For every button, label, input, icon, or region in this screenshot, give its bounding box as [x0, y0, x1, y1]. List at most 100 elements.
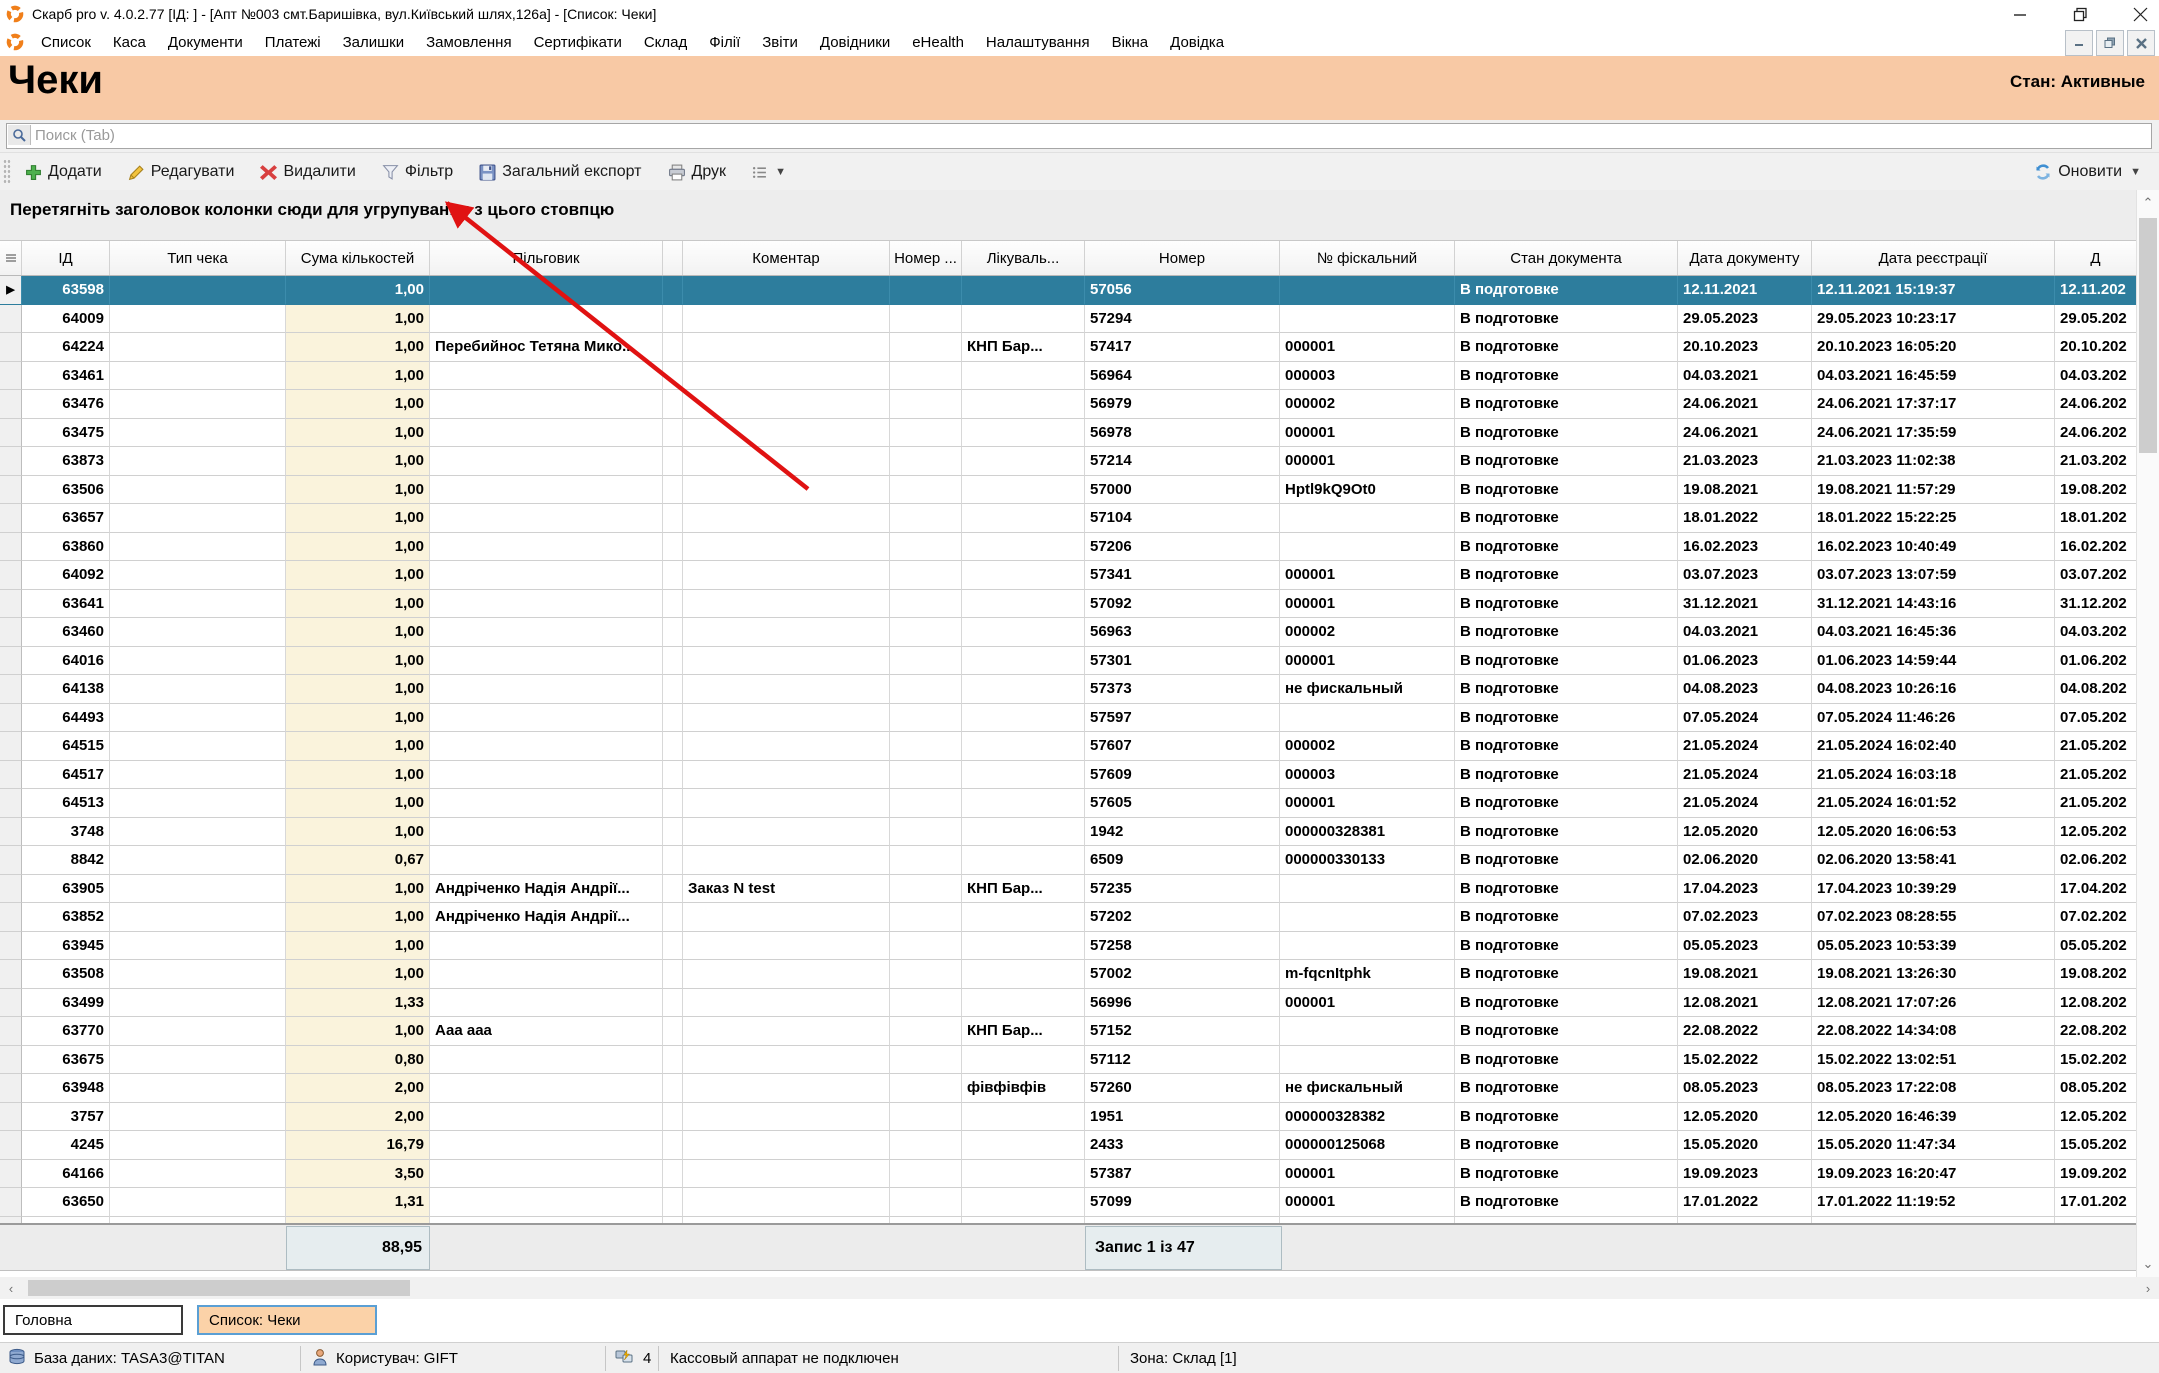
menu-item-сертифікати[interactable]: Сертифікати: [523, 31, 633, 54]
mdi-close-icon[interactable]: [2127, 30, 2155, 56]
menu-item-філії[interactable]: Філії: [698, 31, 751, 54]
horizontal-scrollbar[interactable]: ‹ ›: [0, 1277, 2159, 1299]
menu-item-склад[interactable]: Склад: [633, 31, 698, 54]
table-row[interactable]: 638521,00Андріченко Надія Андрії...57202…: [0, 903, 2137, 932]
toolbar-drag-handle[interactable]: [3, 159, 11, 185]
vertical-scrollbar[interactable]: ⌃ ⌄: [2136, 190, 2159, 1277]
column-header-pilg[interactable]: Пільговик: [430, 241, 663, 275]
column-header-koment[interactable]: Коментар: [683, 241, 890, 275]
table-row[interactable]: 638731,0057214000001В подготовке21.03.20…: [0, 447, 2137, 476]
table-row[interactable]: ▶635981,0057056В подготовке12.11.202112.…: [0, 276, 2137, 305]
cell-fiscal: [1280, 1046, 1455, 1075]
table-row[interactable]: 634611,0056964000003В подготовке04.03.20…: [0, 362, 2137, 391]
table-row[interactable]: 634761,0056979000002В подготовке24.06.20…: [0, 390, 2137, 419]
column-header-type[interactable]: Тип чека: [110, 241, 286, 275]
table-row[interactable]: 88420,676509000000330133В подготовке02.0…: [0, 846, 2137, 875]
cell-sum: 1,33: [286, 989, 430, 1018]
cell-stan: В подготовке: [1455, 732, 1678, 761]
table-row[interactable]: 640161,0057301000001В подготовке01.06.20…: [0, 647, 2137, 676]
scroll-up-icon[interactable]: ⌃: [2137, 192, 2159, 214]
search-input[interactable]: [33, 124, 2137, 146]
table-row[interactable]: 636750,8057112В подготовке15.02.202215.0…: [0, 1046, 2137, 1075]
table-row[interactable]: 634991,3356996000001В подготовке12.08.20…: [0, 989, 2137, 1018]
scroll-left-icon[interactable]: ‹: [0, 1277, 22, 1299]
друк-button[interactable]: Друк: [660, 159, 735, 185]
menu-item-замовлення[interactable]: Замовлення: [415, 31, 522, 54]
table-row[interactable]: 636411,0057092000001В подготовке31.12.20…: [0, 590, 2137, 619]
column-header-sum[interactable]: Сума кількостей: [286, 241, 430, 275]
column-header-nomer[interactable]: Номер: [1085, 241, 1280, 275]
table-row[interactable]: 639051,00Андріченко Надія Андрії...Заказ…: [0, 875, 2137, 904]
menu-item-список[interactable]: Список: [30, 31, 102, 54]
table-row[interactable]: 635061,0057000Hptl9kQ9Ot0В подготовке19.…: [0, 476, 2137, 505]
table-row[interactable]: 644931,0057597В подготовке07.05.202407.0…: [0, 704, 2137, 733]
refresh-button[interactable]: Оновити ▼: [2026, 159, 2149, 185]
редагувати-button[interactable]: Редагувати: [120, 159, 243, 185]
chevron-down-icon[interactable]: ▼: [2130, 166, 2141, 178]
close-icon[interactable]: [2129, 3, 2151, 25]
chevron-down-icon[interactable]: ▼: [775, 166, 786, 178]
додати-button[interactable]: Додати: [17, 159, 110, 185]
column-header-nomer_s[interactable]: Номер ...: [890, 241, 962, 275]
scroll-down-icon[interactable]: ⌄: [2137, 1253, 2159, 1275]
vertical-scroll-thumb[interactable]: [2139, 218, 2157, 453]
columns-button[interactable]: ▼: [744, 161, 794, 184]
table-row[interactable]: 645151,0057607000002В подготовке21.05.20…: [0, 732, 2137, 761]
menu-item-платежі[interactable]: Платежі: [254, 31, 332, 54]
cell-id: 63506: [22, 476, 110, 505]
menu-item-звіти[interactable]: Звіти: [751, 31, 809, 54]
table-row[interactable]: 636571,0057104В подготовке18.01.202218.0…: [0, 504, 2137, 533]
menu-item-довідники[interactable]: Довідники: [809, 31, 901, 54]
menu-item-вікна[interactable]: Вікна: [1101, 31, 1160, 54]
видалити-button[interactable]: Видалити: [252, 159, 363, 185]
table-row[interactable]: 634601,0056963000002В подготовке04.03.20…: [0, 618, 2137, 647]
horizontal-scroll-thumb[interactable]: [28, 1280, 410, 1296]
column-header-ind[interactable]: [0, 241, 22, 275]
cell-nomer_s: [890, 561, 962, 590]
table-row[interactable]: 641381,0057373не фискальныйВ подготовке0…: [0, 675, 2137, 704]
column-header-likuv[interactable]: Лікуваль...: [962, 241, 1085, 275]
menu-item-ehealth[interactable]: eHealth: [901, 31, 975, 54]
minimize-icon[interactable]: [2009, 3, 2031, 25]
cell-sum: 1,00: [286, 932, 430, 961]
menu-item-залишки[interactable]: Залишки: [332, 31, 416, 54]
column-header-dreg[interactable]: Дата реєстрації: [1812, 241, 2055, 275]
table-row[interactable]: 639451,0057258В подготовке05.05.202305.0…: [0, 932, 2137, 961]
фільтр-button[interactable]: Фільтр: [374, 159, 461, 185]
mdi-restore-icon[interactable]: [2096, 30, 2124, 56]
cell-type: [110, 903, 286, 932]
menu-item-документи[interactable]: Документи: [157, 31, 254, 54]
table-row[interactable]: 639482,00фівфівфів57260не фискальныйВ по…: [0, 1074, 2137, 1103]
table-row[interactable]: 424516,792433000000125068В подготовке15.…: [0, 1131, 2137, 1160]
table-row[interactable]: 634751,0056978000001В подготовке24.06.20…: [0, 419, 2137, 448]
table-row[interactable]: 638601,0057206В подготовке16.02.202316.0…: [0, 533, 2137, 562]
table-row[interactable]: 37572,001951000000328382В подготовке12.0…: [0, 1103, 2137, 1132]
menu-item-налаштування[interactable]: Налаштування: [975, 31, 1101, 54]
column-header-ddoc[interactable]: Дата документу: [1678, 241, 1812, 275]
table-row[interactable]: 635081,0057002m-fqcnItphkВ подготовке19.…: [0, 960, 2137, 989]
mdi-minimize-icon[interactable]: [2065, 30, 2093, 56]
tab-головна[interactable]: Головна: [3, 1305, 183, 1335]
table-row[interactable]: 637701,00Ааа аааКНП Бар...57152В подгото…: [0, 1017, 2137, 1046]
table-row[interactable]: 645171,0057609000003В подготовке21.05.20…: [0, 761, 2137, 790]
column-header-stan[interactable]: Стан документа: [1455, 241, 1678, 275]
загальний-експорт-button[interactable]: Загальний експорт: [471, 159, 649, 185]
column-header-d3[interactable]: Д: [2055, 241, 2137, 275]
menu-item-каса[interactable]: Каса: [102, 31, 157, 54]
cell-dreg: 12.05.2020 16:46:39: [1812, 1103, 2055, 1132]
table-row[interactable]: 645131,0057605000001В подготовке21.05.20…: [0, 789, 2137, 818]
menu-item-довідка[interactable]: Довідка: [1159, 31, 1235, 54]
table-row[interactable]: 642241,00Перебийнос Тетяна Мико...КНП Ба…: [0, 333, 2137, 362]
restore-icon[interactable]: [2069, 3, 2091, 25]
table-row[interactable]: 640921,0057341000001В подготовке03.07.20…: [0, 561, 2137, 590]
column-header-gap[interactable]: [663, 241, 683, 275]
cell-koment: [683, 1160, 890, 1189]
table-row[interactable]: 37481,001942000000328381В подготовке12.0…: [0, 818, 2137, 847]
column-header-fiscal[interactable]: № фіскальний: [1280, 241, 1455, 275]
column-header-id[interactable]: ІД: [22, 241, 110, 275]
table-row[interactable]: 636501,3157099000001В подготовке17.01.20…: [0, 1188, 2137, 1217]
scroll-right-icon[interactable]: ›: [2137, 1277, 2159, 1299]
table-row[interactable]: 641663,5057387000001В подготовке19.09.20…: [0, 1160, 2137, 1189]
tab-список-чеки[interactable]: Список: Чеки: [197, 1305, 377, 1335]
table-row[interactable]: 640091,0057294В подготовке29.05.202329.0…: [0, 305, 2137, 334]
